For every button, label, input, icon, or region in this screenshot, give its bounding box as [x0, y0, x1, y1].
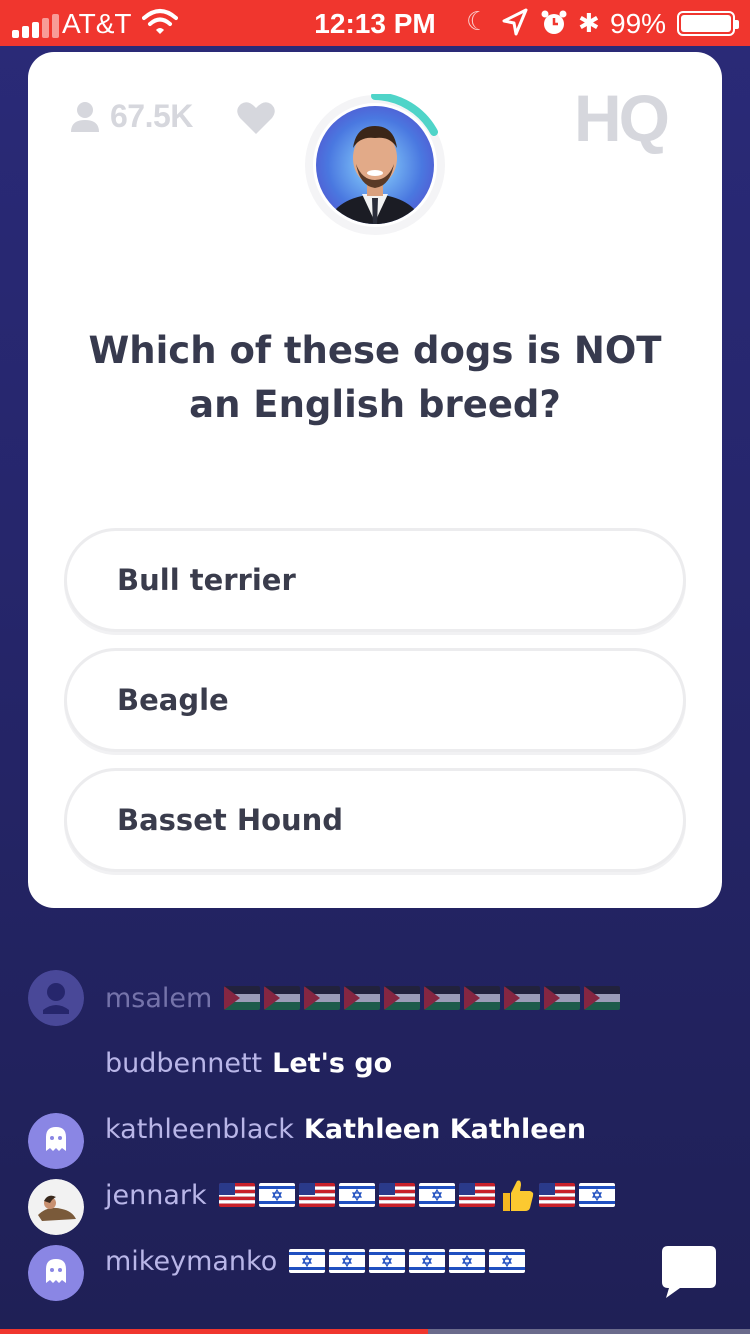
flag-israel-icon [409, 1249, 446, 1273]
flag-us-icon [218, 1183, 255, 1207]
chat-message: kathleenblack Kathleen Kathleen [0, 1099, 750, 1169]
flag-jordan-icon [224, 986, 261, 1010]
chat-message: budbennett Let's go [0, 1033, 750, 1093]
flag-jordan-icon [584, 986, 621, 1010]
do-not-disturb-icon: ☾ [466, 6, 490, 36]
chat-message: jennark [0, 1165, 750, 1235]
answer-option-3[interactable]: Basset Hound [64, 768, 686, 872]
status-bar: AT&T 12:13 PM ☾ ✱ 99% [0, 0, 750, 46]
flag-israel-icon [418, 1183, 455, 1207]
flag-jordan-icon [264, 986, 301, 1010]
battery-percentage: 99% [610, 8, 667, 39]
video-progress-bar [0, 1329, 750, 1334]
flag-us-icon [538, 1183, 575, 1207]
chat-message-text: Kathleen Kathleen [303, 1113, 587, 1145]
viewer-count: 67.5K [70, 98, 193, 135]
flag-israel-icon [449, 1249, 486, 1273]
host-video-avatar [305, 94, 445, 235]
thumbs-up-icon [502, 1180, 533, 1211]
question-text: Which of these dogs is NOT an English br… [88, 329, 662, 426]
alarm-clock-icon [541, 10, 567, 34]
answer-option-2[interactable]: Beagle [64, 648, 686, 752]
flag-us-icon [458, 1183, 495, 1207]
chat-username[interactable]: mikeymanko [105, 1246, 277, 1277]
flag-israel-icon [258, 1183, 295, 1207]
flag-israel-icon [369, 1249, 406, 1273]
bluetooth-icon: ✱ [578, 8, 600, 38]
chat-bubble-icon[interactable] [660, 1244, 718, 1300]
chat-username[interactable]: msalem [105, 983, 212, 1014]
flag-jordan-icon [384, 986, 421, 1010]
flag-israel-emoji-group [289, 1249, 526, 1273]
battery-icon [677, 11, 739, 36]
location-arrow-icon [502, 8, 528, 36]
flag-jordan-icon [304, 986, 341, 1010]
flag-jordan-icon [504, 986, 541, 1010]
flag-jordan-icon [464, 986, 501, 1010]
flag-us-icon [378, 1183, 415, 1207]
flag-jordan-icon [424, 986, 461, 1010]
chat-message: mikeymanko [0, 1231, 750, 1301]
photo-avatar [28, 1179, 84, 1235]
chat-username[interactable]: kathleenblack [105, 1114, 294, 1145]
flag-jordan-icon [544, 986, 581, 1010]
chat-username[interactable]: budbennett [105, 1048, 262, 1079]
ghost-avatar-icon [28, 1113, 84, 1169]
chat-username[interactable]: jennark [105, 1180, 207, 1211]
chat-message-text: Let's go [272, 1047, 393, 1079]
flag-us-icon [298, 1183, 335, 1207]
flag-israel-icon [489, 1249, 526, 1273]
answer-option-1[interactable]: Bull terrier [64, 528, 686, 632]
flag-israel-icon [338, 1183, 375, 1207]
question-card: 67.5K HQ Which of these dogs is NOT an E… [28, 52, 722, 908]
flag-israel-icon [289, 1249, 326, 1273]
ghost-avatar-icon [28, 1245, 84, 1301]
person-icon [71, 101, 99, 132]
default-avatar-icon [28, 970, 84, 1026]
viewer-count-label: 67.5K [110, 98, 193, 134]
heart-icon[interactable] [236, 100, 276, 136]
flag-jordan-icon [344, 986, 381, 1010]
flags-emoji-group [218, 1177, 615, 1213]
flag-israel-icon [329, 1249, 366, 1273]
hq-logo: HQ [574, 81, 670, 155]
flag-jordan-emoji-group [224, 986, 621, 1010]
flag-israel-icon [578, 1183, 615, 1207]
chat-message: msalem [0, 968, 750, 1028]
